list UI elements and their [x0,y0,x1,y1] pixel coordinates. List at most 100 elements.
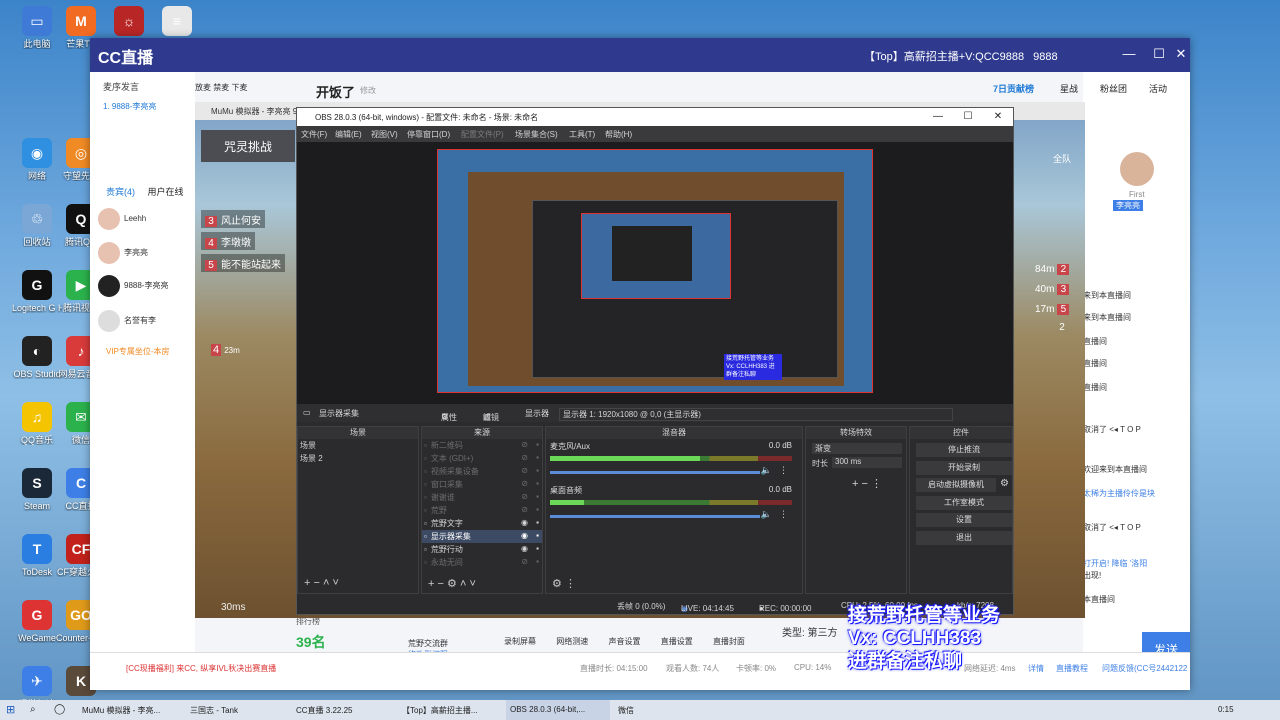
vip-seat-note[interactable]: VIP专属坐位-本房 [106,346,170,357]
tab-7day-contribution[interactable]: 7日贡献榜 [993,82,1034,95]
tab-activity[interactable]: 活动 [1149,82,1167,95]
taskbar-app-button[interactable]: 微信 [614,700,664,720]
desktop-icon[interactable]: G Logitech G HUB [12,270,62,313]
tab-fan-group[interactable]: 粉丝团 [1100,82,1127,95]
source-item[interactable]: ▫ 谢谢谁 ⊘ ▪ [422,491,542,504]
desktop-icon[interactable]: T ToDesk [12,534,62,577]
desktop-icon[interactable]: ◉ 网络 [12,138,62,181]
tool-speed-test[interactable]: 网络测速 [556,637,588,646]
curse-challenge-panel[interactable]: 咒灵挑战 [201,130,295,162]
user-item[interactable]: Leehh [98,208,146,230]
menu-help[interactable]: 帮助(H) [605,129,632,140]
lock-icon[interactable]: ▪ [536,492,539,501]
obs-preview[interactable]: 接荒野托管等业务 Vx: CCLHH383 进群备注私聊 [297,142,1013,404]
menu-profile[interactable]: 配置文件(P) [461,129,504,140]
tool-live-cover[interactable]: 直播封面 [713,637,745,646]
obs-maximize-button[interactable]: ☐ [961,111,975,122]
user-item[interactable]: 名誉有李 [98,310,156,332]
channel-menu-icon[interactable]: ⋮ [779,465,788,476]
source-item[interactable]: ▫ 新二维码 ⊘ ▪ [422,439,542,452]
search-icon[interactable]: ⌕ [30,704,36,715]
feedback-link[interactable]: 问题反馈(CC号2442122 [1102,663,1187,674]
desktop-icon[interactable]: ≡ [152,6,202,39]
channel-menu-icon[interactable]: ⋮ [779,509,788,520]
source-item[interactable]: ▫ 永劫无间 ⊘ ▪ [422,556,542,569]
desktop-icon[interactable]: G WeGame [12,600,62,643]
tab-star-battle[interactable]: 星战 [1060,82,1078,95]
desktop-icon[interactable]: ◐ OBS Studio [12,336,62,379]
move-up-button[interactable]: ˄ [323,577,329,589]
visibility-eye-icon[interactable]: ⊘ [521,479,528,488]
user-item[interactable]: 李亮亮 [98,242,148,264]
source-item[interactable]: ▫ 文本 (GDI+) ⊘ ▪ [422,452,542,465]
settings-button[interactable]: 设置 [916,513,1012,527]
mixer-settings-icon[interactable]: ⚙ [552,578,562,590]
duration-input[interactable]: 300 ms [832,457,902,468]
tool-record-screen[interactable]: 录制屏幕 [504,637,536,646]
cc-logo[interactable]: CC直播 [98,44,153,68]
stop-streaming-button[interactable]: 停止推流 [916,443,1012,457]
desktop-icon[interactable]: ☼ [104,6,154,39]
obs-close-button[interactable]: ✕ [991,111,1005,122]
add-source-button[interactable]: + [428,578,434,590]
transition-menu-icon[interactable]: ⋮ [871,478,882,490]
task-view-icon[interactable]: ◯ [54,704,65,715]
exit-button[interactable]: 退出 [916,530,1012,545]
visibility-eye-icon[interactable]: ⊘ [521,466,528,475]
display-capture-preview[interactable]: 接荒野托管等业务 Vx: CCLHH383 进群备注私聊 [437,149,873,393]
team-label[interactable]: 全队 [1053,152,1071,165]
volume-slider[interactable] [550,515,760,518]
volume-slider[interactable] [550,471,760,474]
remove-scene-button[interactable]: − [314,577,320,589]
source-item[interactable]: ▫ 荒野 ⊘ ▪ [422,504,542,517]
cc-maximize-button[interactable]: ☐ [1150,46,1168,62]
lock-icon[interactable]: ▪ [536,440,539,449]
desktop-icon[interactable]: ▭ 此电脑 [12,6,62,49]
source-up-button[interactable]: ˄ [460,578,466,590]
fan-group-name[interactable]: 荒野交流群 [408,638,448,649]
scene-item[interactable]: 场景 2 [298,452,418,465]
taskbar-app-button[interactable]: 三国志 - Tank [186,700,290,720]
menu-tools[interactable]: 工具(T) [569,129,595,140]
lock-icon[interactable]: ▪ [536,518,539,527]
notice-text[interactable]: [CC现播福利] 来CC, 纵享IVL秋决出赛直播 [126,663,276,674]
tab-vip[interactable]: 贵宾(4) [106,187,135,197]
taskbar-app-button[interactable]: 【Top】高薪招主播... [398,700,502,720]
tool-audio-settings[interactable]: 声音设置 [608,637,640,646]
start-virtual-camera-button[interactable]: 启动虚拟摄像机 [916,478,996,492]
studio-mode-button[interactable]: 工作室模式 [916,495,1012,510]
user-item[interactable]: 9888-李亮亮 [98,275,168,297]
desktop-icon[interactable]: ♲ 回收站 [12,204,62,247]
visibility-eye-icon[interactable]: ⊘ [521,557,528,566]
virtual-camera-settings-icon[interactable]: ⚙ [1000,478,1009,489]
cc-close-button[interactable]: ✕ [1172,46,1190,62]
clock[interactable]: 0:15 [1218,705,1234,714]
mic-rank-entry[interactable]: 1. 9888-李亮亮 [103,101,156,112]
visibility-eye-icon[interactable]: ◉ [521,518,528,527]
move-down-button[interactable]: ˅ [333,577,339,589]
top-fan-avatar[interactable] [1120,152,1154,186]
source-item[interactable]: ▫ 视频采集设备 ⊘ ▪ [422,465,542,478]
transition-select[interactable]: 渐变 [812,443,902,454]
mixer-menu-icon[interactable]: ⋮ [565,578,576,590]
lock-icon[interactable]: ▪ [536,505,539,514]
menu-file[interactable]: 文件(F) [301,129,327,140]
add-scene-button[interactable]: + [304,577,310,589]
start-recording-button[interactable]: 开始录制 [916,460,1012,475]
mic-order-header[interactable]: 麦序发言 [90,72,195,93]
source-item[interactable]: ▫ 荒野行动 ◉ ▪ [422,543,542,556]
lock-icon[interactable]: ▪ [536,531,539,540]
menu-scene-collection[interactable]: 场景集合(S) [515,129,558,140]
visibility-eye-icon[interactable]: ◉ [521,531,528,540]
edit-title-link[interactable]: 修改 [360,85,376,96]
lock-icon[interactable]: ▪ [536,453,539,462]
taskbar-app-button[interactable]: CC直播 3.22.25 [292,700,396,720]
cc-minimize-button[interactable]: — [1120,46,1138,61]
taskbar-app-button[interactable]: OBS 28.0.3 (64-bit,... [506,700,610,720]
source-down-button[interactable]: ˅ [469,578,475,590]
taskbar-app-button[interactable]: MuMu 模拟器 - 李亮... [78,700,182,720]
menu-docks[interactable]: 停靠窗口(D) [407,129,450,140]
speaker-icon[interactable]: 🔈 [761,465,772,476]
lock-icon[interactable]: ▪ [536,557,539,566]
tutorial-link[interactable]: 直播教程 [1056,663,1088,674]
